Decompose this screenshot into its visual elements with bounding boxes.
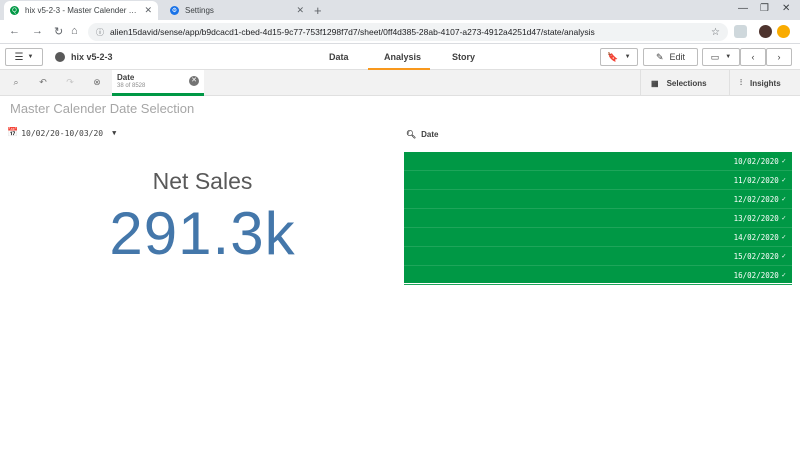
app-icon xyxy=(55,52,65,62)
selection-chip-date[interactable]: Date 38 of 8528 ✕ xyxy=(112,70,204,96)
forward-icon[interactable]: → xyxy=(32,25,43,37)
chevron-down-icon: ▼ xyxy=(624,54,631,60)
present-button[interactable]: ▭ ▼ xyxy=(702,48,740,66)
url-field[interactable]: ⓘ alien15david/sense/app/b9dcacd1-cbed-4… xyxy=(88,23,728,41)
tab-story[interactable]: Story xyxy=(452,52,475,62)
browser-tab-strip: Q hix v5-2-3 - Master Calender Dat ✕ ⚙ S… xyxy=(0,0,800,20)
date-range-text: 10/02/20-10/03/20 xyxy=(21,128,104,138)
selections-tool-button[interactable]: ▦ Selections xyxy=(640,70,729,96)
minimize-icon[interactable]: — xyxy=(738,3,748,14)
restore-icon[interactable]: ❐ xyxy=(760,3,769,14)
insights-label: Insights xyxy=(750,78,781,88)
clear-all-icon[interactable]: ⊗ xyxy=(91,76,103,88)
kpi-value: 291.3k xyxy=(109,200,296,267)
chevron-down-icon: ▼ xyxy=(725,54,732,60)
tab-title: Settings xyxy=(185,6,214,15)
qlik-toolbar: ☰ ▼ hix v5-2-3 Data Analysis Story 🔖 ▼ ✎… xyxy=(0,44,800,70)
insights-button[interactable]: ⫶ Insights xyxy=(729,70,800,96)
chevron-right-icon: › xyxy=(777,52,781,62)
caret-down-icon: ▼ xyxy=(112,129,117,137)
extension-icon[interactable] xyxy=(734,25,747,38)
list-item[interactable]: 10/02/2020 ✓ xyxy=(404,152,792,171)
list-item[interactable]: 16/02/2020 ✓ xyxy=(404,266,792,285)
screen-icon: ▭ xyxy=(710,51,720,62)
reload-icon[interactable]: ↻ xyxy=(54,25,63,38)
list-item[interactable]: 14/02/2020 ✓ xyxy=(404,228,792,247)
date-range-picker[interactable]: 📅 10/02/20-10/03/20 ▼ xyxy=(7,128,116,138)
tab-analysis[interactable]: Analysis xyxy=(384,52,421,62)
list-item-value: 14/02/2020 xyxy=(733,232,779,242)
home-icon[interactable]: ⌂ xyxy=(71,25,78,37)
pencil-icon: ✎ xyxy=(655,51,664,62)
window-close-icon[interactable]: ✕ xyxy=(782,3,790,14)
selections-bar: ⌕ ↶ ↷ ⊗ Date 38 of 8528 ✕ ▦ Selections ⫶… xyxy=(0,70,800,96)
url-text: alien15david/sense/app/b9dcacd1-cbed-4d1… xyxy=(110,27,595,37)
app-name: hix v5-2-3 xyxy=(71,52,113,62)
back-icon[interactable]: ← xyxy=(9,25,20,37)
screen: Q hix v5-2-3 - Master Calender Dat ✕ ⚙ S… xyxy=(0,0,800,450)
step-back-icon[interactable]: ↶ xyxy=(37,76,49,88)
bookmark-button[interactable]: 🔖 ▼ xyxy=(600,48,638,66)
check-icon: ✓ xyxy=(781,214,786,222)
insights-icon: ⫶ xyxy=(740,78,742,87)
list-item[interactable]: 12/02/2020 ✓ xyxy=(404,190,792,209)
edit-label: Edit xyxy=(669,52,686,62)
next-sheet-button[interactable]: › xyxy=(766,48,792,66)
list-item-value: 15/02/2020 xyxy=(733,251,779,261)
list-item-value: 11/02/2020 xyxy=(733,175,779,185)
address-bar: ← → ↻ ⌂ ⓘ alien15david/sense/app/b9dcacd… xyxy=(0,20,800,44)
check-icon: ✓ xyxy=(781,233,786,241)
check-icon: ✓ xyxy=(781,271,786,279)
gear-icon: ⚙ xyxy=(170,6,179,15)
selections-label: Selections xyxy=(666,78,707,88)
bookmark-star-icon[interactable]: ☆ xyxy=(711,27,720,38)
sheet-title: Master Calender Date Selection xyxy=(10,101,195,116)
tab-data[interactable]: Data xyxy=(329,52,349,62)
list-item[interactable]: 11/02/2020 ✓ xyxy=(404,171,792,190)
previous-sheet-button[interactable]: ‹ xyxy=(740,48,766,66)
list-item-value: 16/02/2020 xyxy=(733,270,779,280)
tab-title: hix v5-2-3 - Master Calender Dat xyxy=(25,6,141,15)
date-listbox[interactable]: 10/02/2020 ✓ 11/02/2020 ✓ 12/02/2020 ✓ 13/0… xyxy=(404,152,792,285)
new-tab-icon[interactable]: + xyxy=(314,3,322,18)
check-icon: ✓ xyxy=(781,176,786,184)
info-icon[interactable]: ⓘ xyxy=(96,27,104,38)
chevron-down-icon: ▼ xyxy=(27,54,34,60)
chevron-left-icon: ‹ xyxy=(751,52,755,62)
global-menu-button[interactable]: ☰ ▼ xyxy=(5,48,43,66)
step-forward-icon[interactable]: ↷ xyxy=(64,76,76,88)
bookmark-icon: 🔖 xyxy=(607,51,619,62)
list-item[interactable]: 15/02/2020 ✓ xyxy=(404,247,792,266)
edit-button[interactable]: ✎ Edit xyxy=(643,48,698,66)
clear-selection-icon[interactable]: ✕ xyxy=(189,76,199,86)
selections-icon: ▦ xyxy=(651,78,659,88)
list-item[interactable]: 13/02/2020 ✓ xyxy=(404,209,792,228)
calendar-icon: 📅 xyxy=(7,128,19,138)
search-icon[interactable]: 🔍︎ xyxy=(406,130,416,139)
avatar[interactable] xyxy=(759,25,772,38)
close-icon[interactable]: ✕ xyxy=(144,5,152,16)
browser-tab-settings[interactable]: ⚙ Settings ✕ xyxy=(164,1,310,20)
check-icon: ✓ xyxy=(781,195,786,203)
smart-search-icon[interactable]: ⌕ xyxy=(10,76,22,88)
listbox-title: Date xyxy=(421,130,439,139)
qlik-icon: Q xyxy=(10,6,19,15)
kpi-label: Net Sales xyxy=(152,168,253,194)
listbox-header[interactable]: 🔍︎ Date xyxy=(406,130,439,139)
browser-tab-active[interactable]: Q hix v5-2-3 - Master Calender Dat ✕ xyxy=(4,1,158,20)
update-icon[interactable] xyxy=(777,25,790,38)
hamburger-icon: ☰ xyxy=(14,51,24,63)
list-item-value: 12/02/2020 xyxy=(733,194,779,204)
check-icon: ✓ xyxy=(781,157,786,165)
list-item-value: 13/02/2020 xyxy=(733,213,779,223)
list-item-value: 10/02/2020 xyxy=(733,156,779,166)
check-icon: ✓ xyxy=(781,252,786,260)
close-icon[interactable]: ✕ xyxy=(296,5,304,16)
